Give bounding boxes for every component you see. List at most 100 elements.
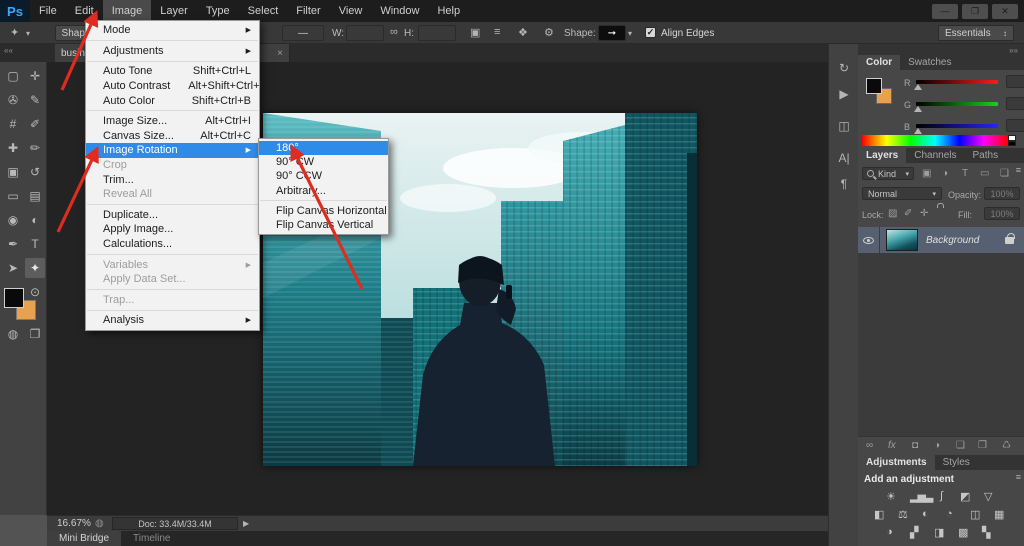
green-slider[interactable] xyxy=(916,102,998,106)
menu-item-auto-contrast[interactable]: Auto ContrastAlt+Shift+Ctrl+L xyxy=(86,79,259,94)
quick-mask-icon[interactable]: ◍ xyxy=(3,324,23,344)
vibrance-icon[interactable]: ▽ xyxy=(984,490,991,503)
close-button[interactable]: ✕ xyxy=(992,4,1018,19)
menu-item-trim[interactable]: Trim... xyxy=(86,172,259,187)
red-slider-handle[interactable] xyxy=(914,84,922,90)
tab-mini-bridge[interactable]: Mini Bridge xyxy=(47,531,121,546)
crop-tool-icon[interactable]: # xyxy=(3,114,23,134)
actions-panel-icon[interactable]: ▶ xyxy=(833,84,855,104)
photo-filter-icon[interactable]: ◔ xyxy=(946,508,952,520)
layer-name[interactable]: Background xyxy=(926,235,979,246)
history-panel-icon[interactable]: ↻ xyxy=(833,58,855,78)
threshold-icon[interactable]: ◨ xyxy=(934,526,943,539)
menu-file[interactable]: File xyxy=(30,0,66,22)
new-layer-icon[interactable]: ❐ xyxy=(978,440,987,451)
link-layers-icon[interactable]: ∞ xyxy=(866,440,873,451)
tab-paths[interactable]: Paths xyxy=(965,148,1007,163)
submenu-item-flip-vertical[interactable]: Flip Canvas Vertical xyxy=(259,218,388,232)
menu-select[interactable]: Select xyxy=(239,0,288,22)
restore-button[interactable]: ❐ xyxy=(962,4,988,19)
screen-mode-icon[interactable]: ❐ xyxy=(25,324,45,344)
path-arrangement-icon[interactable]: ❖ xyxy=(518,26,528,39)
tab-swatches[interactable]: Swatches xyxy=(900,55,959,70)
invert-icon[interactable]: ◑ xyxy=(886,526,892,538)
menu-layer[interactable]: Layer xyxy=(151,0,197,22)
hue-saturation-icon[interactable]: ◧ xyxy=(874,508,883,521)
hand-status-icon[interactable]: ◍ xyxy=(95,518,104,529)
layer-row-background[interactable]: Background xyxy=(858,227,1024,253)
layer-thumbnail[interactable] xyxy=(886,229,918,251)
shape-picker-swatch[interactable]: ➞ xyxy=(598,25,626,41)
quick-selection-tool-icon[interactable]: ✎ xyxy=(25,90,45,110)
menu-image[interactable]: Image xyxy=(103,0,152,22)
menu-item-duplicate[interactable]: Duplicate... xyxy=(86,208,259,223)
path-alignment-icon[interactable]: ≡ xyxy=(494,26,500,38)
blend-mode-dropdown[interactable]: Normal ▾ xyxy=(862,187,942,200)
tab-timeline[interactable]: Timeline xyxy=(121,531,182,546)
adjustments-panel-menu-icon[interactable]: ≡ xyxy=(1016,472,1021,482)
menu-item-apply-image[interactable]: Apply Image... xyxy=(86,222,259,237)
tab-color[interactable]: Color xyxy=(858,55,900,70)
brightness-contrast-icon[interactable]: ☀ xyxy=(886,490,895,503)
green-slider-handle[interactable] xyxy=(914,106,922,112)
submenu-item-90-cw[interactable]: 90° CW xyxy=(259,155,388,169)
delete-layer-icon[interactable]: ♺ xyxy=(1002,440,1011,451)
gear-icon[interactable]: ⚙ xyxy=(544,26,554,39)
tool-preset-icon[interactable]: ✦ xyxy=(10,26,19,39)
path-selection-tool-icon[interactable]: ➤ xyxy=(3,258,23,278)
history-brush-tool-icon[interactable]: ↺ xyxy=(25,162,45,182)
dodge-tool-icon[interactable]: ◐ xyxy=(25,210,45,230)
submenu-item-90-ccw[interactable]: 90° CCW xyxy=(259,169,388,183)
foreground-color-swatch[interactable] xyxy=(4,288,24,308)
menu-view[interactable]: View xyxy=(330,0,372,22)
tool-preset-caret-icon[interactable]: ▾ xyxy=(26,29,30,38)
layer-filter-dropdown[interactable]: Kind ▾ xyxy=(862,167,914,180)
color-balance-icon[interactable]: ⚖ xyxy=(898,508,907,521)
toolbar-collapse-icon[interactable]: «« xyxy=(4,46,13,55)
menu-item-canvas-size[interactable]: Canvas Size...Alt+Ctrl+C xyxy=(86,129,259,144)
lock-position-icon[interactable]: ✛ xyxy=(920,208,928,219)
minimize-button[interactable]: — xyxy=(932,4,958,19)
pen-tool-icon[interactable]: ✒ xyxy=(3,234,23,254)
menu-window[interactable]: Window xyxy=(371,0,428,22)
blue-slider-handle[interactable] xyxy=(914,128,922,134)
visibility-toggle[interactable] xyxy=(858,227,880,253)
curves-icon[interactable]: ∫ xyxy=(940,490,942,502)
lock-transparency-icon[interactable]: ▨ xyxy=(888,208,897,219)
eraser-tool-icon[interactable]: ▭ xyxy=(3,186,23,206)
channel-mixer-icon[interactable]: ◫ xyxy=(970,508,979,521)
new-adjustment-layer-icon[interactable]: ◑ xyxy=(934,440,940,451)
menu-item-calculations[interactable]: Calculations... xyxy=(86,237,259,252)
smart-object-filter-icon[interactable]: ❏ xyxy=(1000,168,1009,179)
shape-filter-icon[interactable]: ▭ xyxy=(980,168,989,179)
paragraph-panel-icon[interactable]: ¶ xyxy=(833,174,855,194)
menu-edit[interactable]: Edit xyxy=(66,0,103,22)
selective-color-icon[interactable]: ▚ xyxy=(982,526,989,539)
lasso-tool-icon[interactable]: ✇ xyxy=(3,90,23,110)
gradient-tool-icon[interactable]: ▤ xyxy=(25,186,45,206)
color-lookup-icon[interactable]: ▦ xyxy=(994,508,1003,521)
pixel-filter-icon[interactable]: ▣ xyxy=(922,168,931,179)
red-value[interactable]: 0 xyxy=(1006,75,1024,88)
levels-icon[interactable]: ▂▅▃ xyxy=(910,490,932,503)
blue-slider[interactable] xyxy=(916,124,998,128)
document-tab-close-icon[interactable]: × xyxy=(277,48,283,59)
black-white-icon[interactable]: ◐ xyxy=(922,508,928,520)
layers-panel-menu-icon[interactable]: ≡ xyxy=(1016,165,1021,175)
tab-adjustments[interactable]: Adjustments xyxy=(858,455,935,470)
custom-shape-tool-icon[interactable]: ✦ xyxy=(25,258,45,278)
menu-type[interactable]: Type xyxy=(197,0,239,22)
opacity-value[interactable]: 100% xyxy=(984,187,1020,200)
width-input[interactable] xyxy=(346,25,384,41)
link-dimensions-icon[interactable]: ∞ xyxy=(390,26,398,38)
move-tool-icon[interactable]: ✛ xyxy=(25,66,45,86)
brush-tool-icon[interactable]: ✏ xyxy=(25,138,45,158)
dock-collapse-icon[interactable]: »» xyxy=(1009,46,1018,55)
layer-effects-icon[interactable]: fx xyxy=(888,440,896,451)
submenu-item-arbitrary[interactable]: Arbitrary... xyxy=(259,184,388,198)
menu-item-image-size[interactable]: Image Size...Alt+Ctrl+I xyxy=(86,114,259,129)
type-filter-icon[interactable]: T xyxy=(962,168,968,179)
shape-picker-caret-icon[interactable]: ▾ xyxy=(628,29,632,38)
type-tool-icon[interactable]: T xyxy=(25,234,45,254)
submenu-item-180[interactable]: 180° xyxy=(259,141,388,155)
